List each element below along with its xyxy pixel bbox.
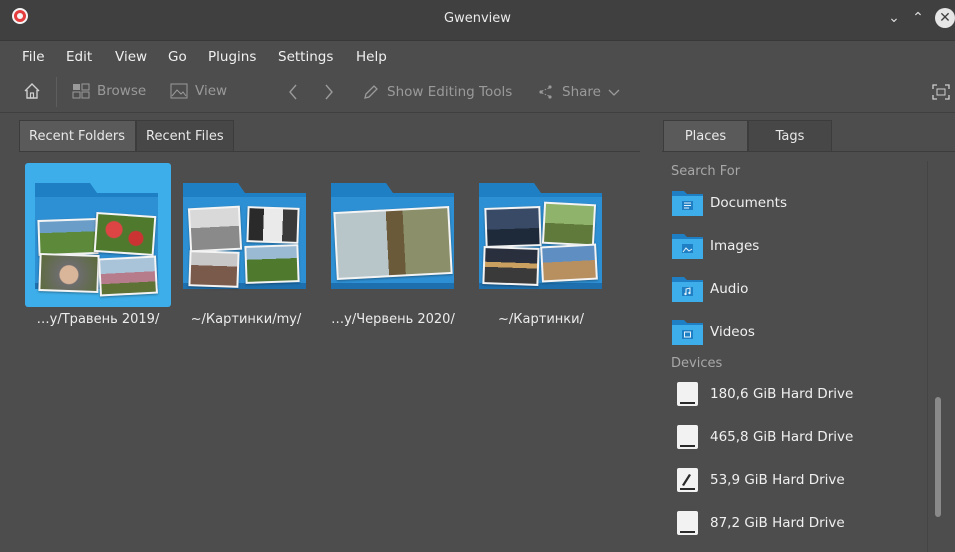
close-button[interactable]: ✕: [935, 8, 955, 28]
devices-heading: Devices: [671, 356, 723, 371]
chevron-down-icon: [608, 89, 620, 96]
forward-button[interactable]: [323, 83, 335, 101]
view-label: View: [195, 83, 228, 99]
panel-separator: [927, 161, 928, 552]
place-label: Images: [710, 238, 760, 254]
menu-help[interactable]: Help: [356, 49, 387, 65]
menu-plugins[interactable]: Plugins: [208, 49, 256, 65]
places-scrollbar[interactable]: [935, 397, 941, 517]
toolbar-separator: [56, 77, 57, 107]
place-label: Videos: [710, 324, 755, 340]
title-bar: Gwenview ⌄ ⌃ ✕: [0, 0, 955, 41]
tab-divider: [19, 151, 640, 152]
place-videos[interactable]: Videos: [671, 317, 755, 347]
show-editing-tools-button[interactable]: Show Editing Tools: [362, 83, 512, 101]
browse-label: Browse: [97, 83, 147, 99]
home-icon: [24, 83, 40, 99]
device-label: 53,9 GiB Hard Drive: [710, 472, 845, 488]
back-icon: [289, 84, 297, 100]
menu-settings[interactable]: Settings: [278, 49, 333, 65]
folder-icon: [183, 179, 306, 289]
view-icon: [170, 83, 188, 99]
images-folder-icon: [671, 232, 704, 260]
view-button[interactable]: View: [170, 83, 227, 99]
audio-folder-icon: [671, 275, 704, 303]
share-icon: [539, 85, 552, 99]
folder-item-kartinki[interactable]: [469, 163, 615, 307]
show-editing-tools-label: Show Editing Tools: [387, 84, 513, 100]
system-drive-icon: [671, 466, 704, 494]
folder-label: ~/Картинки/my/: [190, 312, 302, 327]
device-drive-1[interactable]: 180,6 GiB Hard Drive: [671, 379, 853, 409]
menu-file[interactable]: File: [22, 49, 45, 65]
documents-folder-icon: [671, 189, 704, 217]
device-label: 465,8 GiB Hard Drive: [710, 429, 854, 445]
folder-icon: [35, 179, 158, 297]
folder-item-cherven-2020[interactable]: [321, 163, 467, 307]
home-button[interactable]: [23, 82, 48, 100]
share-button[interactable]: Share: [537, 83, 621, 101]
fullscreen-button[interactable]: [932, 84, 950, 100]
pen-icon: [364, 85, 378, 99]
fullscreen-icon: [932, 84, 950, 100]
device-drive-2[interactable]: 465,8 GiB Hard Drive: [671, 422, 853, 452]
menu-edit[interactable]: Edit: [66, 49, 92, 65]
hard-drive-icon: [671, 380, 704, 408]
main-area: Recent Folders Recent Files …y/Травень 2…: [0, 113, 955, 552]
maximize-button[interactable]: ⌃: [909, 9, 927, 27]
back-button[interactable]: [287, 83, 299, 101]
minimize-button[interactable]: ⌄: [885, 9, 903, 27]
window-title: Gwenview: [444, 11, 511, 26]
folder-icon: [479, 179, 602, 289]
menu-go[interactable]: Go: [168, 49, 187, 65]
place-label: Audio: [710, 281, 749, 297]
menu-view[interactable]: View: [115, 49, 147, 65]
videos-folder-icon: [671, 318, 704, 346]
device-label: 87,2 GiB Hard Drive: [710, 515, 845, 531]
hard-drive-icon: [671, 423, 704, 451]
share-label: Share: [562, 84, 601, 100]
browse-icon: [72, 83, 90, 99]
toolbar: Browse View Show Editing Tools Share: [0, 71, 955, 113]
place-audio[interactable]: Audio: [671, 274, 748, 304]
right-tab-divider: [662, 151, 955, 152]
tab-tags[interactable]: Tags: [748, 120, 832, 152]
hard-drive-icon: [671, 509, 704, 537]
menu-bar: File Edit View Go Plugins Settings Help: [0, 41, 955, 71]
place-label: Documents: [710, 195, 787, 211]
place-documents[interactable]: Documents: [671, 188, 787, 218]
folder-label: …y/Червень 2020/: [331, 312, 455, 327]
folder-label: …y/Травень 2019/: [36, 312, 160, 327]
forward-icon: [325, 84, 333, 100]
folder-item-travень-2019[interactable]: [25, 163, 171, 307]
tab-recent-files[interactable]: Recent Files: [136, 120, 234, 152]
device-drive-3[interactable]: 53,9 GiB Hard Drive: [671, 465, 845, 495]
folder-icon: [331, 179, 454, 289]
browse-button[interactable]: Browse: [72, 83, 146, 99]
device-label: 180,6 GiB Hard Drive: [710, 386, 854, 402]
tab-places[interactable]: Places: [663, 120, 748, 152]
folder-item-kartinki-my[interactable]: [173, 163, 319, 307]
search-for-heading: Search For: [671, 164, 741, 179]
place-images[interactable]: Images: [671, 231, 759, 261]
device-drive-4[interactable]: 87,2 GiB Hard Drive: [671, 508, 845, 538]
tab-recent-folders[interactable]: Recent Folders: [19, 120, 136, 152]
folder-label: ~/Картинки/: [498, 312, 584, 327]
